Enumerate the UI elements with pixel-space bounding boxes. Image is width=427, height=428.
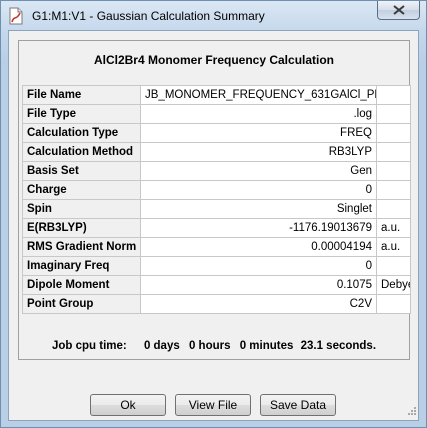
property-unit [376, 180, 411, 200]
property-row: Basis Set Gen [22, 161, 411, 181]
property-unit: Debye [376, 275, 411, 295]
window-title: G1:M1:V1 - Gaussian Calculation Summary [32, 9, 265, 23]
title-bar[interactable]: G1:M1:V1 - Gaussian Calculation Summary [1, 1, 426, 31]
property-label: Imaginary Freq [22, 256, 141, 276]
property-label: Point Group [22, 294, 141, 314]
close-button[interactable] [377, 1, 420, 20]
property-value: .log [140, 104, 377, 124]
document-icon [8, 7, 24, 25]
dialog-client-area: AlCl2Br4 Monomer Frequency Calculation F… [8, 30, 419, 421]
cpu-time-hours: 0 hours [188, 340, 231, 352]
property-unit [376, 142, 411, 162]
property-row: Spin Singlet [22, 199, 411, 219]
property-value: 0.1075 [140, 275, 377, 295]
save-data-button[interactable]: Save Data [260, 394, 336, 416]
property-value: Gen [140, 161, 377, 181]
property-label: Dipole Moment [22, 275, 141, 295]
property-label: Calculation Method [22, 142, 141, 162]
summary-panel: AlCl2Br4 Monomer Frequency Calculation F… [18, 40, 411, 360]
property-unit: a.u. [376, 237, 411, 257]
view-file-button[interactable]: View File [175, 394, 251, 416]
property-row: Charge 0 [22, 180, 411, 200]
property-row: Calculation Method RB3LYP [22, 142, 411, 162]
property-row: E(RB3LYP) -1176.19013679 a.u. [22, 218, 411, 238]
property-value: JB_MONOMER_FREQUENCY_631GAlCl_PPBr [140, 85, 377, 105]
property-row: Calculation Type FREQ [22, 123, 411, 143]
property-unit [376, 256, 411, 276]
property-label: File Type [22, 104, 141, 124]
resize-grip-icon[interactable] [406, 404, 416, 418]
ok-button[interactable]: Ok [90, 394, 166, 416]
property-row: Dipole Moment0.1075Debye [22, 275, 411, 295]
property-label: Basis Set [22, 161, 141, 181]
calculation-heading: AlCl2Br4 Monomer Frequency Calculation [93, 53, 335, 67]
property-value: RB3LYP [140, 142, 377, 162]
close-icon [393, 5, 405, 15]
property-row: Imaginary Freq 0 [22, 256, 411, 276]
property-unit [376, 161, 411, 181]
property-label: Spin [22, 199, 141, 219]
cpu-time-days: 0 days [143, 340, 180, 352]
cpu-time-label: Job cpu time: [51, 340, 127, 352]
property-value: Singlet [140, 199, 377, 219]
properties-table: File Name JB_MONOMER_FREQUENCY_631GAlCl_P… [22, 85, 411, 314]
property-row: File Type .log [22, 104, 411, 124]
property-unit [376, 199, 411, 219]
property-unit [376, 123, 411, 143]
property-value: 0 [140, 180, 377, 200]
property-row: RMS Gradient Norm 0.00004194 a.u. [22, 237, 411, 257]
property-label: File Name [22, 85, 141, 105]
property-value: 0 [140, 256, 377, 276]
property-unit [376, 294, 411, 314]
property-value: C2V [140, 294, 377, 314]
property-row: File Name JB_MONOMER_FREQUENCY_631GAlCl_P… [22, 85, 411, 105]
property-label: Charge [22, 180, 141, 200]
property-row: Point Group C2V [22, 294, 411, 314]
property-value: FREQ [140, 123, 377, 143]
property-label: Calculation Type [22, 123, 141, 143]
cpu-time-seconds: 23.1 seconds. [300, 340, 377, 352]
property-unit [376, 85, 411, 105]
property-label: RMS Gradient Norm [22, 237, 141, 257]
cpu-time-line: Job cpu time: 0 days 0 hours 0 minutes 2… [19, 340, 409, 352]
property-unit [376, 104, 411, 124]
property-value: 0.00004194 [140, 237, 377, 257]
property-unit: a.u. [376, 218, 411, 238]
property-value: -1176.19013679 [140, 218, 377, 238]
cpu-time-minutes: 0 minutes [239, 340, 294, 352]
calculation-summary-window: G1:M1:V1 - Gaussian Calculation Summary … [0, 0, 427, 428]
property-label: E(RB3LYP) [22, 218, 141, 238]
